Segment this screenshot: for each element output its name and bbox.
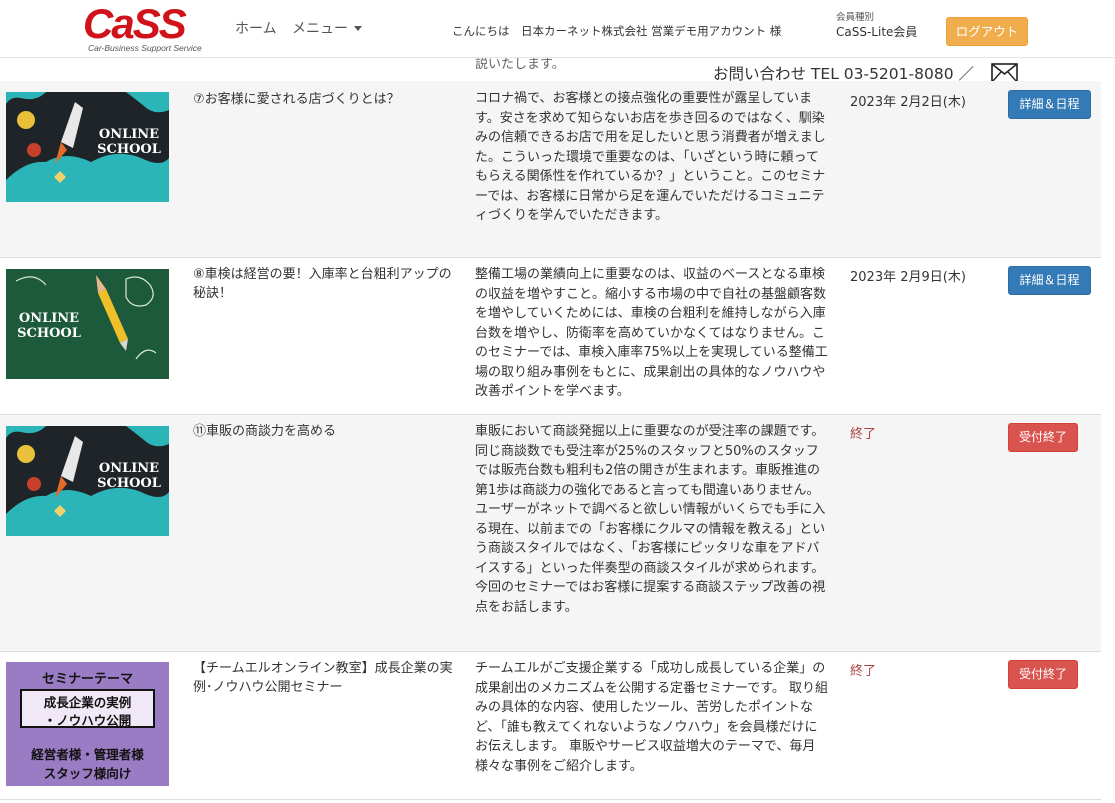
logo-text: CaSS: [83, 0, 187, 47]
seminar-description: 車販において商談発掘以上に重要なのが受注率の課題です。同じ商談数でも受注率が25…: [475, 424, 826, 615]
user-greeting: こんにちは 日本カーネット株式会社 営業デモ用アカウント 様: [452, 24, 782, 38]
logout-button[interactable]: ログアウト: [946, 17, 1028, 46]
seminar-row: ONLINE SCHOOL ⑪車販の商談力を高める 車販において商談発掘以上に重…: [0, 415, 1101, 652]
seminar-status-ended: 終了: [850, 427, 877, 442]
nav-menu-label: メニュー: [292, 21, 348, 37]
thumb-online-text: ONLINE: [18, 311, 80, 326]
site-header: CaSS Car-Business Support Service ホーム メニ…: [0, 0, 1115, 58]
seminar-description: 整備工場の業績向上に重要なのは、収益のベースとなる車検の収益を増やすこと。縮小す…: [475, 267, 828, 399]
details-schedule-button[interactable]: 詳細＆日程: [1008, 266, 1091, 295]
thumb-line3-text: 経営者様・管理者様: [31, 747, 144, 762]
thumb-seminar-theme-text: セミナーテーマ: [41, 672, 133, 687]
seminar-thumbnail-online-school: ONLINE SCHOOL: [6, 92, 169, 202]
seminar-title: ⑦お客様に愛される店づくりとは？: [193, 92, 400, 107]
thumb-school-text: SCHOOL: [17, 326, 81, 341]
thumb-online-text: ONLINE: [98, 461, 160, 476]
thumb-school-text: SCHOOL: [97, 476, 161, 491]
registration-closed-button[interactable]: 受付終了: [1008, 423, 1078, 452]
seminar-row: ONLINE SCHOOL ⑧車検は経営の要！入庫率と台粗利アップの秘訣！ 整備…: [0, 258, 1101, 415]
caret-down-icon: [354, 26, 362, 31]
registration-closed-button[interactable]: 受付終了: [1008, 660, 1078, 689]
seminar-thumbnail-theme: セミナーテーマ 成長企業の実例 ・ノウハウ公開 経営者様・管理者様 スタッフ様向…: [6, 662, 169, 786]
mail-icon[interactable]: [991, 63, 1018, 83]
thumb-line2-text: ・ノウハウ公開: [43, 713, 132, 728]
seminar-status-ended: 終了: [850, 664, 877, 679]
seminar-row: ONLINE SCHOOL ⑦お客様に愛される店づくりとは？ コロナ禍で、お客様…: [0, 81, 1101, 258]
logo-subtitle: Car-Business Support Service: [88, 43, 202, 53]
thumb-online-text: ONLINE: [98, 127, 160, 142]
seminar-title: ⑧車検は経営の要！入庫率と台粗利アップの秘訣！: [193, 267, 452, 301]
cass-logo[interactable]: CaSS Car-Business Support Service: [83, 0, 207, 54]
member-type-label: 会員種別: [836, 12, 875, 23]
seminar-description: チームエルがご支援企業する「成功し成長している企業」の成果創出のメカニズムを公開…: [475, 661, 829, 774]
seminar-date: 2023年 2月9日(木): [850, 270, 966, 285]
seminar-thumbnail-online-school: ONLINE SCHOOL: [6, 269, 169, 379]
nav-home-link[interactable]: ホーム: [235, 18, 277, 38]
thumb-line4-text: スタッフ様向け: [43, 766, 132, 781]
seminar-description: コロナ禍で、お客様との接点強化の重要性が露呈しています。安さを求めて知らないお店…: [475, 91, 826, 223]
seminar-title: ⑪車販の商談力を高める: [193, 424, 337, 439]
seminar-date: 2023年 2月2日(木): [850, 95, 966, 110]
details-schedule-button[interactable]: 詳細＆日程: [1008, 90, 1091, 119]
seminar-thumbnail-online-school: ONLINE SCHOOL: [6, 426, 169, 536]
member-type-value: CaSS-Lite会員: [836, 25, 918, 39]
thumb-line1-text: 成長企業の実例: [43, 695, 132, 710]
thumb-school-text: SCHOOL: [97, 142, 161, 157]
nav-menu-dropdown[interactable]: メニュー: [292, 18, 362, 38]
seminar-row: セミナーテーマ 成長企業の実例 ・ノウハウ公開 経営者様・管理者様 スタッフ様向…: [0, 652, 1101, 800]
seminar-title: 【チームエルオンライン教室】成長企業の実例･ノウハウ公開セミナー: [193, 661, 453, 695]
